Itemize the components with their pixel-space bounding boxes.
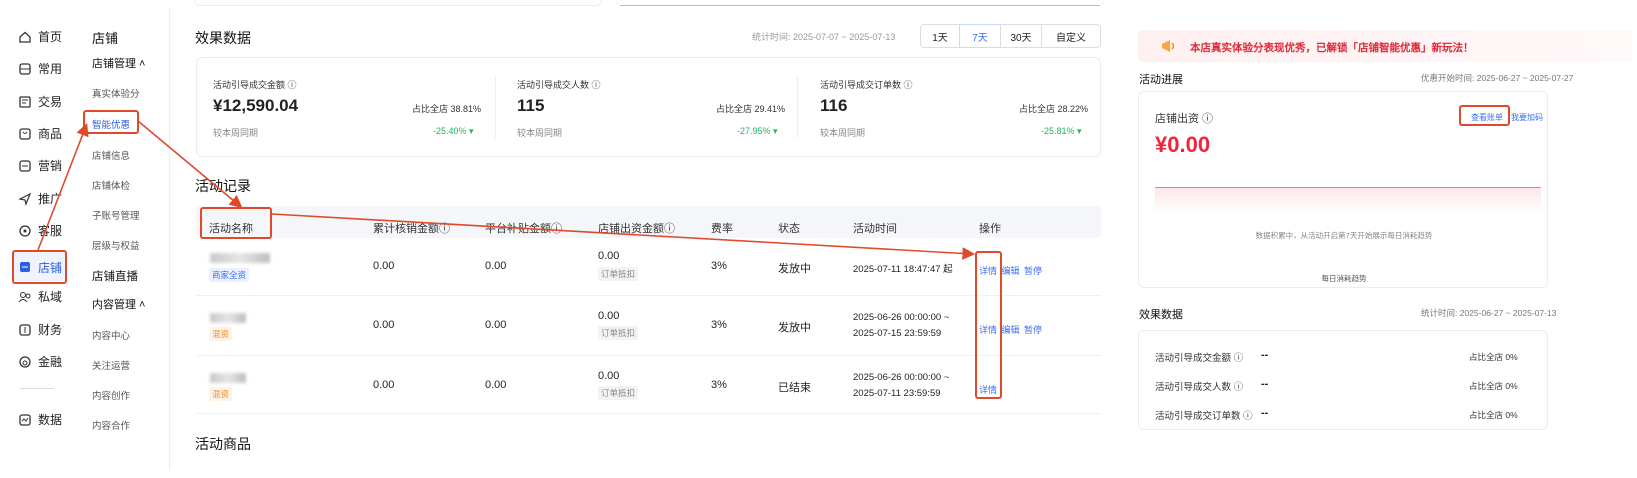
arrow-name-to-detail [271, 213, 976, 260]
arrow-smart-discount-to-name [137, 120, 243, 209]
annotation-arrows [37, 120, 976, 260]
arrow-shop-to-smart-discount [37, 123, 89, 251]
